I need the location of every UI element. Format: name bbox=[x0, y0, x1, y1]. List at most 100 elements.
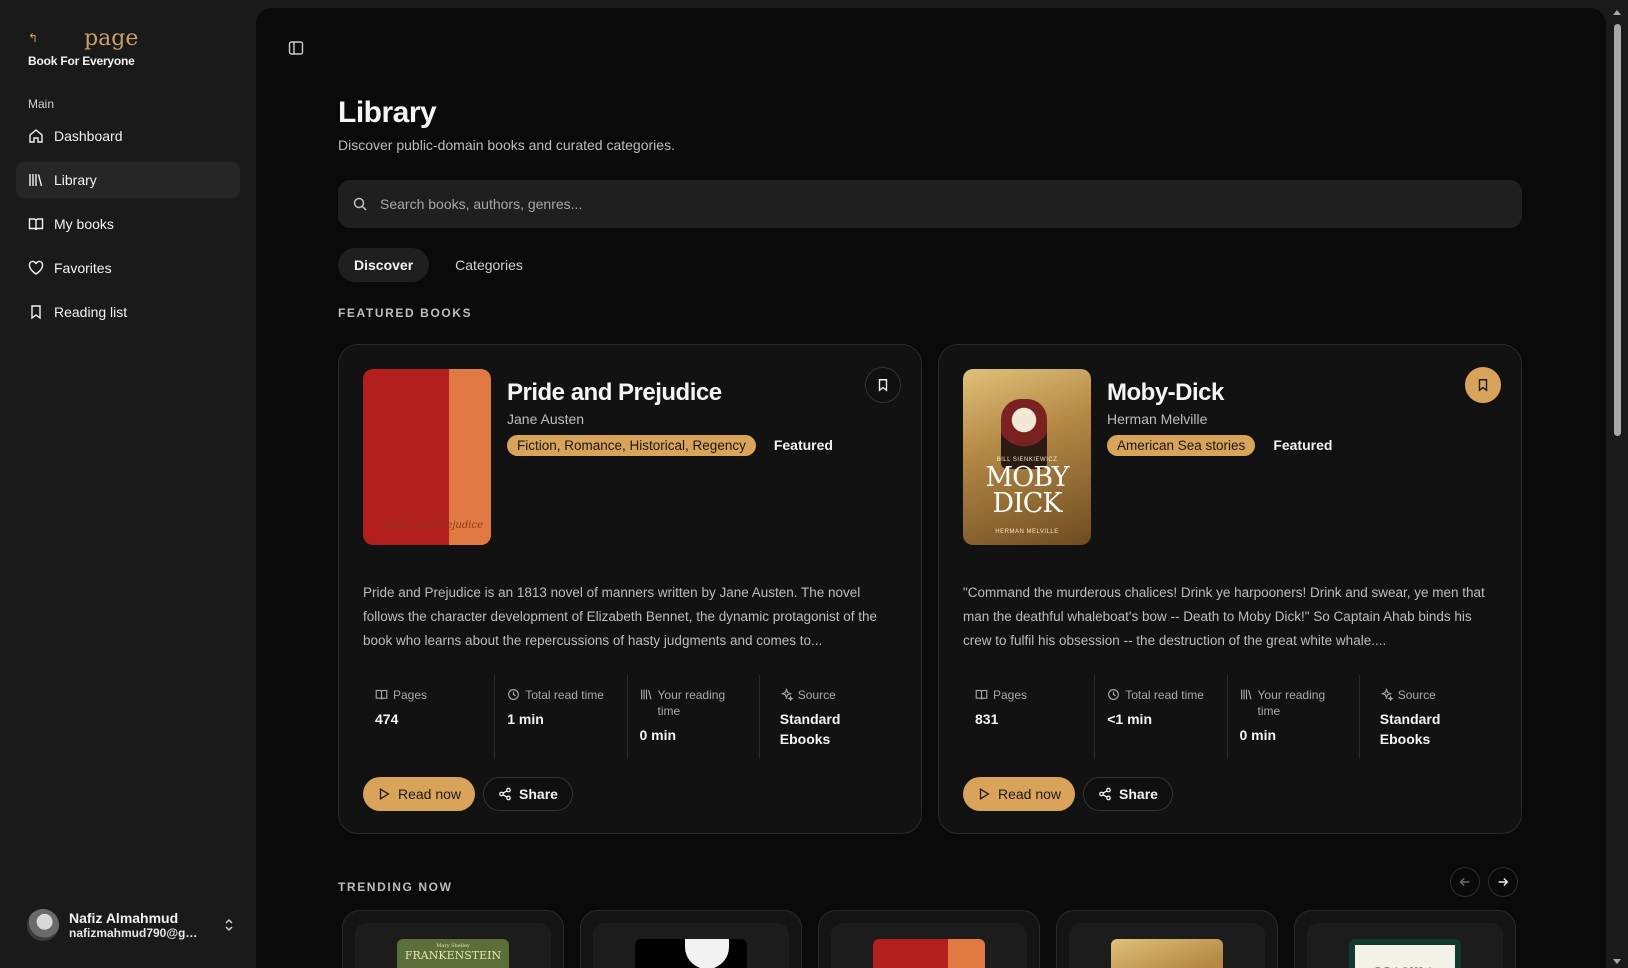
clock-icon bbox=[1108, 689, 1120, 700]
sidebar-item-dashboard[interactable]: Dashboard bbox=[16, 118, 240, 154]
user-menu[interactable]: Nafiz Almahmud nafizmahmud790@gm... bbox=[27, 905, 237, 945]
page-title: Library bbox=[338, 96, 437, 129]
read-now-label: Read now bbox=[998, 786, 1062, 802]
main-panel: Library Discover public-domain books and… bbox=[256, 8, 1606, 968]
user-name: Nafiz Almahmud bbox=[69, 910, 179, 926]
share-icon bbox=[1099, 787, 1111, 801]
sidebar-item-label: Library bbox=[54, 172, 97, 188]
trending-book-card[interactable] bbox=[580, 910, 802, 968]
stat-your-reading-time: Your reading time 0 min bbox=[1228, 675, 1360, 759]
library-icon bbox=[1240, 689, 1252, 700]
arrow-left-icon bbox=[1459, 878, 1470, 886]
tab-discover[interactable]: Discover bbox=[338, 248, 430, 282]
book-cover[interactable]: Pride and Prejudice bbox=[363, 369, 491, 545]
page-subtitle: Discover public-domain books and curated… bbox=[338, 137, 675, 153]
book-actions: Read now Share bbox=[363, 777, 573, 811]
stat-label: Source bbox=[1397, 688, 1436, 702]
read-now-button[interactable]: Read now bbox=[363, 777, 476, 811]
stat-value: Standard Ebooks bbox=[1379, 711, 1441, 747]
stat-value: 831 bbox=[975, 711, 999, 727]
stat-value: 0 min bbox=[1239, 727, 1277, 743]
user-info: Nafiz Almahmud nafizmahmud790@gm... bbox=[69, 910, 221, 940]
stat-pages: Pages 474 bbox=[363, 675, 496, 759]
open-book-icon bbox=[28, 218, 44, 231]
share-button[interactable]: Share bbox=[483, 777, 573, 811]
genre-badge: American Sea stories bbox=[1107, 435, 1256, 456]
sidebar: ↰ page Book For Everyone Main Dashboard … bbox=[0, 0, 256, 968]
stat-label: Your reading time bbox=[657, 688, 726, 718]
cover-title: FRANKENSTEIN bbox=[404, 949, 502, 962]
library-icon bbox=[29, 174, 43, 187]
trending-book-card[interactable]: DRACULA bbox=[1294, 910, 1516, 968]
logo-word: page bbox=[84, 26, 139, 51]
cover-title: DRACULA bbox=[1355, 945, 1455, 968]
open-book-icon bbox=[375, 689, 388, 700]
page-scrollbar[interactable] bbox=[1612, 10, 1622, 968]
featured-badge: Featured bbox=[1273, 437, 1333, 453]
stat-label: Source bbox=[797, 688, 836, 702]
book-cover: DRACULA bbox=[1349, 939, 1461, 968]
brand-tagline: Book For Everyone bbox=[28, 54, 135, 68]
trending-card-inner bbox=[593, 923, 789, 968]
featured-book-card: Pride and Prejudice Pride and Prejudice … bbox=[338, 344, 922, 834]
book-description: Pride and Prejudice is an 1813 novel of … bbox=[363, 585, 878, 648]
sparkles-icon bbox=[1380, 688, 1393, 701]
sidebar-toggle-icon[interactable] bbox=[288, 40, 304, 56]
book-cover[interactable]: BILL SIENKIEWICZ MOBY DICK HERMAN MELVIL… bbox=[963, 369, 1091, 545]
chevron-up-down-icon bbox=[225, 918, 233, 932]
trending-card-inner bbox=[1069, 923, 1265, 968]
book-cover bbox=[1111, 939, 1223, 968]
bookmark-button[interactable] bbox=[865, 367, 901, 403]
trending-book-card[interactable]: Mary Shelley FRANKENSTEIN bbox=[342, 910, 564, 968]
stat-value: 474 bbox=[375, 711, 399, 727]
stat-value: <1 min bbox=[1107, 711, 1152, 727]
sidebar-item-favorites[interactable]: Favorites bbox=[16, 250, 240, 286]
scroll-up-arrow-icon[interactable] bbox=[1613, 10, 1621, 15]
book-title[interactable]: Moby-Dick bbox=[1107, 379, 1224, 407]
stat-value: Standard Ebooks bbox=[779, 711, 841, 747]
scroll-down-arrow-icon[interactable] bbox=[1613, 959, 1621, 964]
tab-categories[interactable]: Categories bbox=[439, 248, 539, 282]
featured-book-card: BILL SIENKIEWICZ MOBY DICK HERMAN MELVIL… bbox=[938, 344, 1522, 834]
trending-book-card[interactable] bbox=[1056, 910, 1278, 968]
book-title[interactable]: Pride and Prejudice bbox=[507, 379, 722, 407]
book-author: Herman Melville bbox=[1107, 411, 1208, 427]
bookmark-icon bbox=[878, 379, 888, 392]
sidebar-item-reading-list[interactable]: Reading list bbox=[16, 294, 240, 330]
search-input[interactable] bbox=[380, 196, 1480, 212]
featured-books-heading: FEATURED BOOKS bbox=[338, 306, 473, 320]
carousel-next-button[interactable] bbox=[1488, 867, 1518, 897]
stat-total-read-time: Total read time <1 min bbox=[1095, 675, 1228, 759]
trending-book-card[interactable] bbox=[818, 910, 1040, 968]
bookmark-icon bbox=[1478, 379, 1488, 392]
play-icon bbox=[379, 788, 390, 800]
stat-label: Pages bbox=[393, 688, 428, 702]
sidebar-item-library[interactable]: Library bbox=[16, 162, 240, 198]
sidebar-item-label: My books bbox=[54, 216, 114, 232]
scroll-thumb[interactable] bbox=[1614, 24, 1621, 436]
tab-bar: Discover Categories bbox=[338, 248, 539, 282]
brand[interactable]: ↰ page Book For Everyone bbox=[28, 26, 138, 69]
cover-author: HERMAN MELVILLE bbox=[995, 529, 1059, 535]
arrow-right-icon bbox=[1498, 878, 1509, 886]
stat-value: 1 min bbox=[507, 711, 544, 727]
share-button[interactable]: Share bbox=[1083, 777, 1173, 811]
bookmark-button[interactable] bbox=[1465, 367, 1501, 403]
book-author: Jane Austen bbox=[507, 411, 585, 427]
stat-your-reading-time: Your reading time 0 min bbox=[628, 675, 760, 759]
open-book-icon bbox=[975, 689, 988, 700]
read-now-button[interactable]: Read now bbox=[963, 777, 1076, 811]
cover-art bbox=[685, 939, 729, 968]
stat-label: Total read time bbox=[1125, 688, 1204, 702]
stat-pages: Pages 831 bbox=[963, 675, 1096, 759]
sidebar-item-my-books[interactable]: My books bbox=[16, 206, 240, 242]
genre-badge: Fiction, Romance, Historical, Regency bbox=[507, 435, 756, 456]
nav-section-label: Main bbox=[28, 97, 55, 111]
carousel-prev-button[interactable] bbox=[1450, 867, 1480, 897]
cover-title: MOBY DICK bbox=[985, 462, 1070, 519]
search-bar[interactable] bbox=[338, 180, 1522, 228]
cover-title: Pride and Prejudice bbox=[382, 520, 483, 531]
clock-icon bbox=[508, 689, 520, 700]
logo: ↰ page bbox=[28, 26, 138, 50]
book-stats: Pages 831 Total read time <1 min Your re… bbox=[963, 675, 1499, 759]
